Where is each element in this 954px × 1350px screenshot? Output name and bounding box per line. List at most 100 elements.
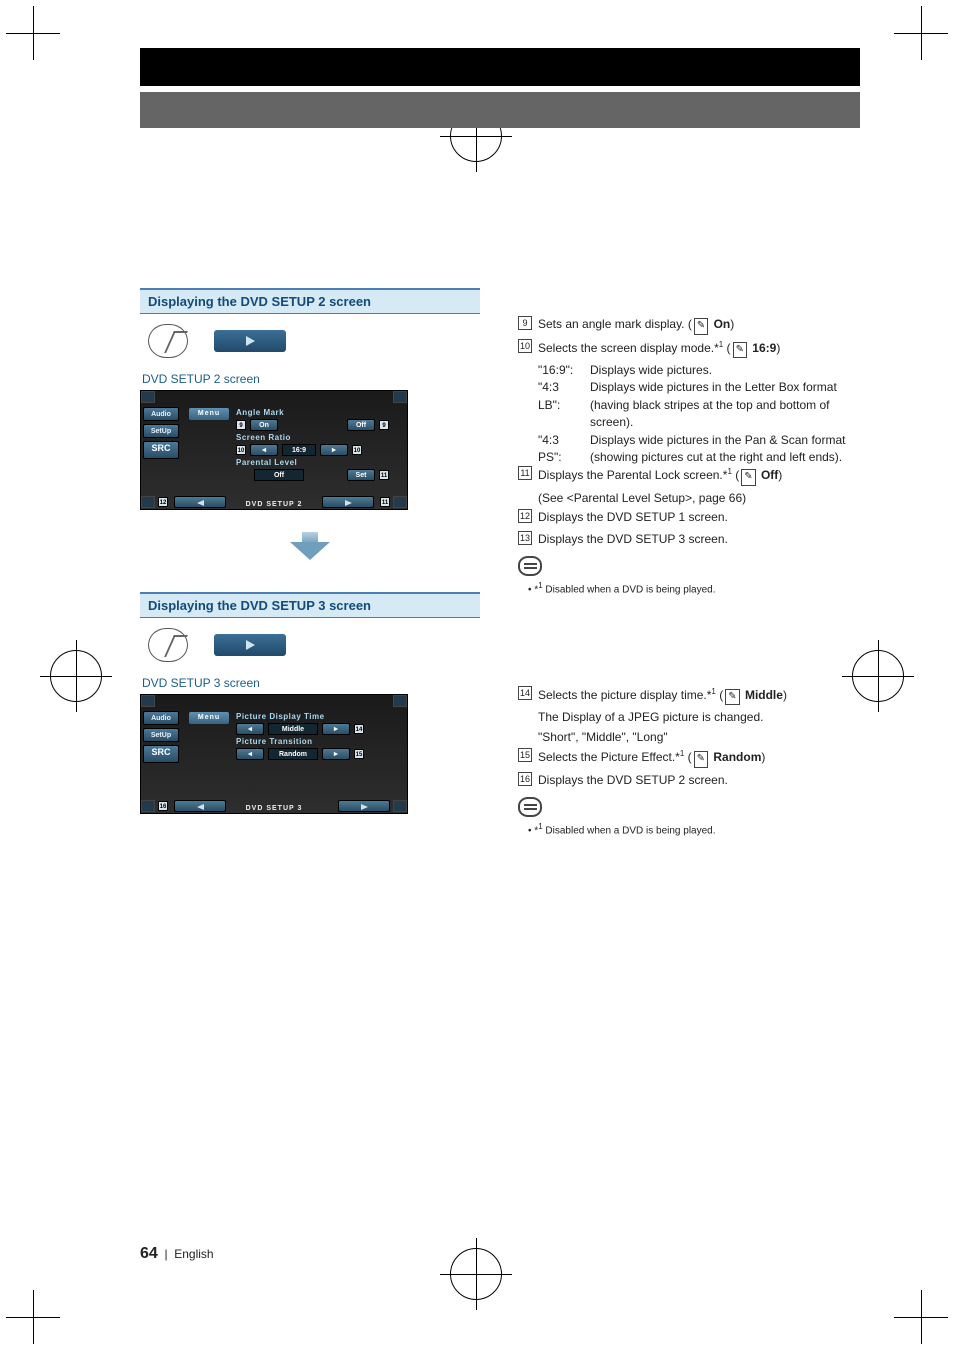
ss-middle-value: Middle [268,723,318,735]
callout-11-icon: 11 [518,466,532,480]
corner-icon [141,496,155,508]
ss-menu-btn: Menu [189,408,229,420]
header-black-bar [140,48,860,86]
page-footer: 64 | English [140,1245,214,1263]
pencil-icon: ✎ [694,751,708,768]
ss-callout-10: 10 [352,445,362,455]
ss-right-btn: ► [322,723,350,735]
crop-mark [6,6,60,60]
note-icon [518,556,542,576]
pencil-icon: ✎ [741,469,755,486]
callout-12-icon: 12 [518,509,532,523]
corner-icon [393,391,407,403]
ss-setup-btn: SetUp [143,424,179,438]
desc-item-12: 12 Displays the DVD SETUP 1 screen. [518,509,858,526]
desc-item-11: 11 Displays the Parental Lock screen.*1 … [518,466,858,486]
callout-14-icon: 14 [518,686,532,700]
desc-11-sub: (See <Parental Level Setup>, page 66) [538,490,858,507]
ss-left-btn: ◄ [250,444,278,456]
ss-caption: DVD SETUP 2 [246,501,303,508]
touch-icon [148,628,188,662]
note-icon [518,797,542,817]
corner-icon [141,391,155,403]
ss-callout-11: 11 [379,470,389,480]
ss-callout-11: 11 [380,497,390,507]
crop-mark [6,1290,60,1344]
ss-left-btn: ◄ [236,748,264,760]
ss-right-btn: ► [322,748,350,760]
desc-item-15: 15 Selects the Picture Effect.*1 (✎ Rand… [518,748,858,768]
ss-on-btn: On [250,419,278,431]
header-gray-bar [140,92,860,128]
desc-item-13: 13 Displays the DVD SETUP 3 screen. [518,531,858,548]
callout-15-icon: 15 [518,748,532,762]
corner-icon [393,800,407,812]
ss-ptr-label: Picture Transition [236,737,389,746]
ss-prev-btn [174,800,226,812]
desc-14-sub1: The Display of a JPEG picture is changed… [538,709,858,726]
mode-43lb: "4:3 LB":Displays wide pictures in the L… [538,379,858,431]
callout-9-icon: 9 [518,316,532,330]
ss-audio-btn: Audio [143,711,179,725]
registration-mark [50,650,102,702]
ss-ratio-value: 16:9 [282,444,316,456]
mode-169: "16:9":Displays wide pictures. [538,362,858,379]
section3-heading: Displaying the DVD SETUP 3 screen [140,592,480,618]
ss-parental-label: Parental Level [236,458,389,467]
ss-left-btn: ◄ [236,723,264,735]
ss-callout-15: 15 [354,749,364,759]
screen2-label: DVD SETUP 2 screen [142,372,480,386]
ss-callout-16: 16 [158,801,168,811]
desc-item-10: 10 Selects the screen display mode.*1 (✎… [518,339,858,359]
ss-callout-14: 14 [354,724,364,734]
ss-set-btn: Set [347,469,375,481]
note-text: • *1 Disabled when a DVD is being played… [528,580,858,598]
crop-mark [894,6,948,60]
ss-pdt-label: Picture Display Time [236,712,389,721]
pencil-icon: ✎ [694,318,708,335]
ss-setup-btn: SetUp [143,728,179,742]
callout-10-icon: 10 [518,339,532,353]
ss-menu-btn: Menu [189,712,229,724]
note-text: • *1 Disabled when a DVD is being played… [528,821,858,839]
ss-callout-9: 9 [379,420,389,430]
dvd-setup3-screenshot: Audio SetUp SRC Menu Picture Display Tim… [140,694,408,814]
ss-src-btn: SRC [143,441,179,459]
section2-heading: Displaying the DVD SETUP 2 screen [140,288,480,314]
ss-screen-ratio-label: Screen Ratio [236,433,389,442]
dvd-setup2-screenshot: Audio SetUp SRC Menu Angle Mark 9 On Off… [140,390,408,510]
ss-callout-9: 9 [236,420,246,430]
crop-mark [894,1290,948,1344]
pencil-icon: ✎ [733,342,747,359]
mode-43ps: "4:3 PS":Displays wide pictures in the P… [538,432,858,467]
ss-parental-value: Off [254,469,304,481]
ss-prev-btn [174,496,226,508]
ss-callout-10: 10 [236,445,246,455]
ss-right-btn: ► [320,444,348,456]
ss-next-btn [322,496,374,508]
corner-icon [393,695,407,707]
callout-16-icon: 16 [518,772,532,786]
touch-icon [148,324,188,358]
corner-icon [141,695,155,707]
desc-item-9: 9 Sets an angle mark display. (✎ On) [518,316,858,335]
ss-callout-12: 12 [158,497,168,507]
ss-src-btn: SRC [143,745,179,763]
corner-icon [393,496,407,508]
corner-icon [141,800,155,812]
ss-random-value: Random [268,748,318,760]
desc-item-14: 14 Selects the picture display time.*1 (… [518,686,858,706]
next-button-illustration [214,634,286,656]
pencil-icon: ✎ [725,689,739,706]
desc-item-16: 16 Displays the DVD SETUP 2 screen. [518,772,858,789]
screen3-label: DVD SETUP 3 screen [142,676,480,690]
callout-13-icon: 13 [518,531,532,545]
ss-off-btn: Off [347,419,375,431]
ss-next-btn [338,800,390,812]
desc-14-sub2: "Short", "Middle", "Long" [538,729,858,746]
ss-caption: DVD SETUP 3 [246,805,303,812]
ss-audio-btn: Audio [143,407,179,421]
ss-angle-mark-label: Angle Mark [236,408,389,417]
flow-arrow-down-icon [290,532,330,562]
next-button-illustration [214,330,286,352]
